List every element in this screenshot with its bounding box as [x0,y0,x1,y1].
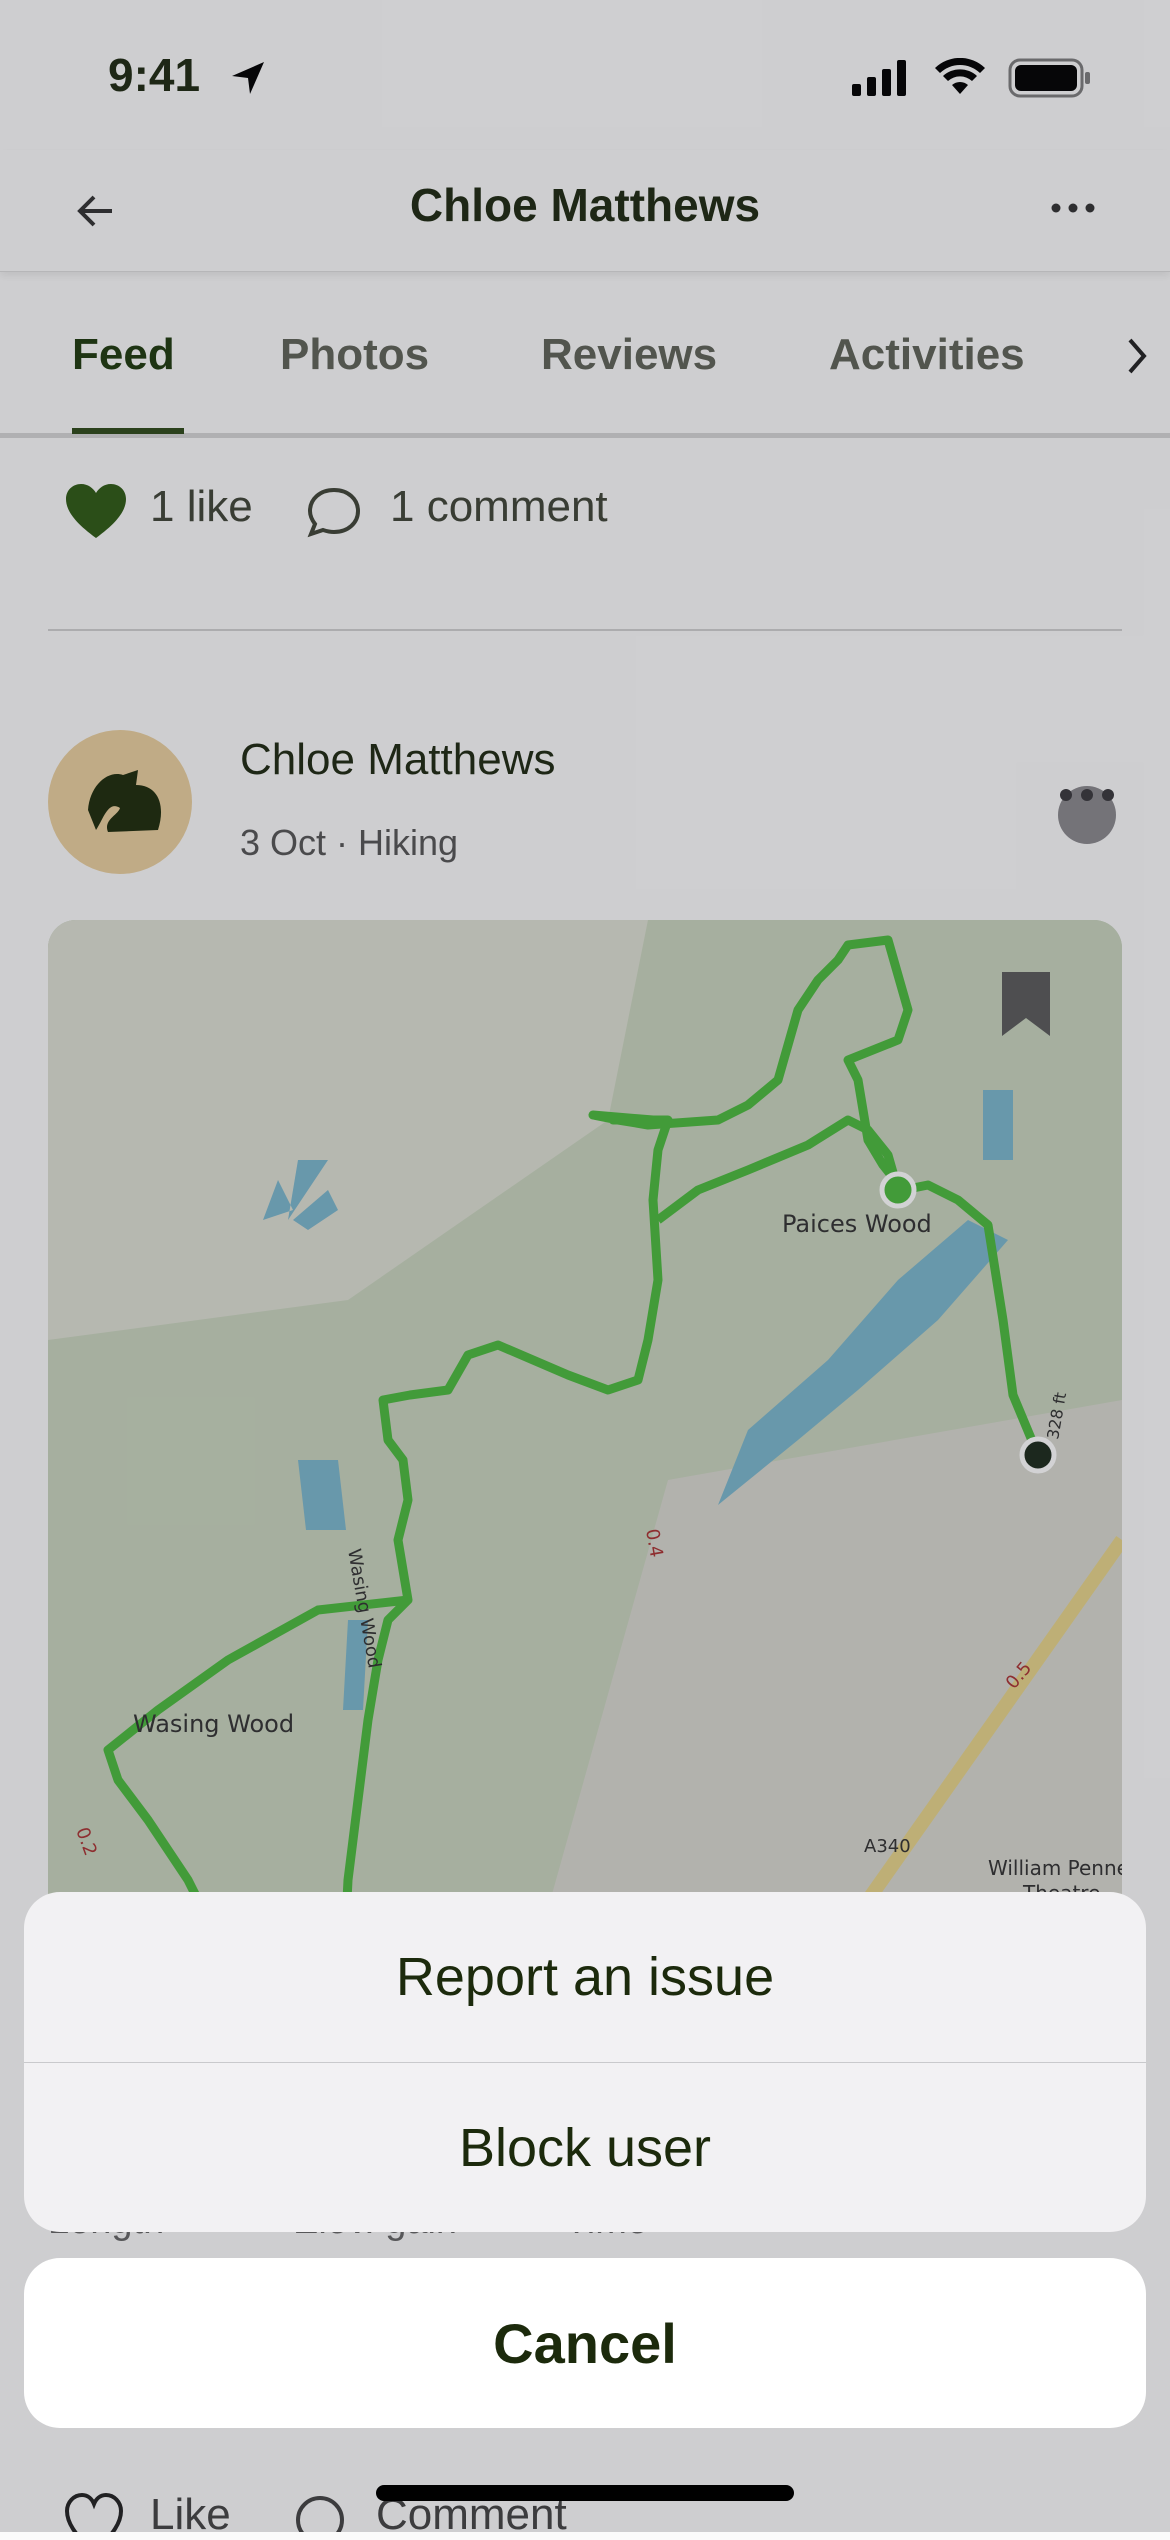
block-user-option[interactable]: Block user [24,2063,1146,2232]
cancel-button[interactable]: Cancel [24,2258,1146,2428]
report-issue-option[interactable]: Report an issue [24,1892,1146,2062]
home-indicator[interactable] [376,2485,794,2501]
action-sheet: Report an issue Block user [24,1892,1146,2232]
